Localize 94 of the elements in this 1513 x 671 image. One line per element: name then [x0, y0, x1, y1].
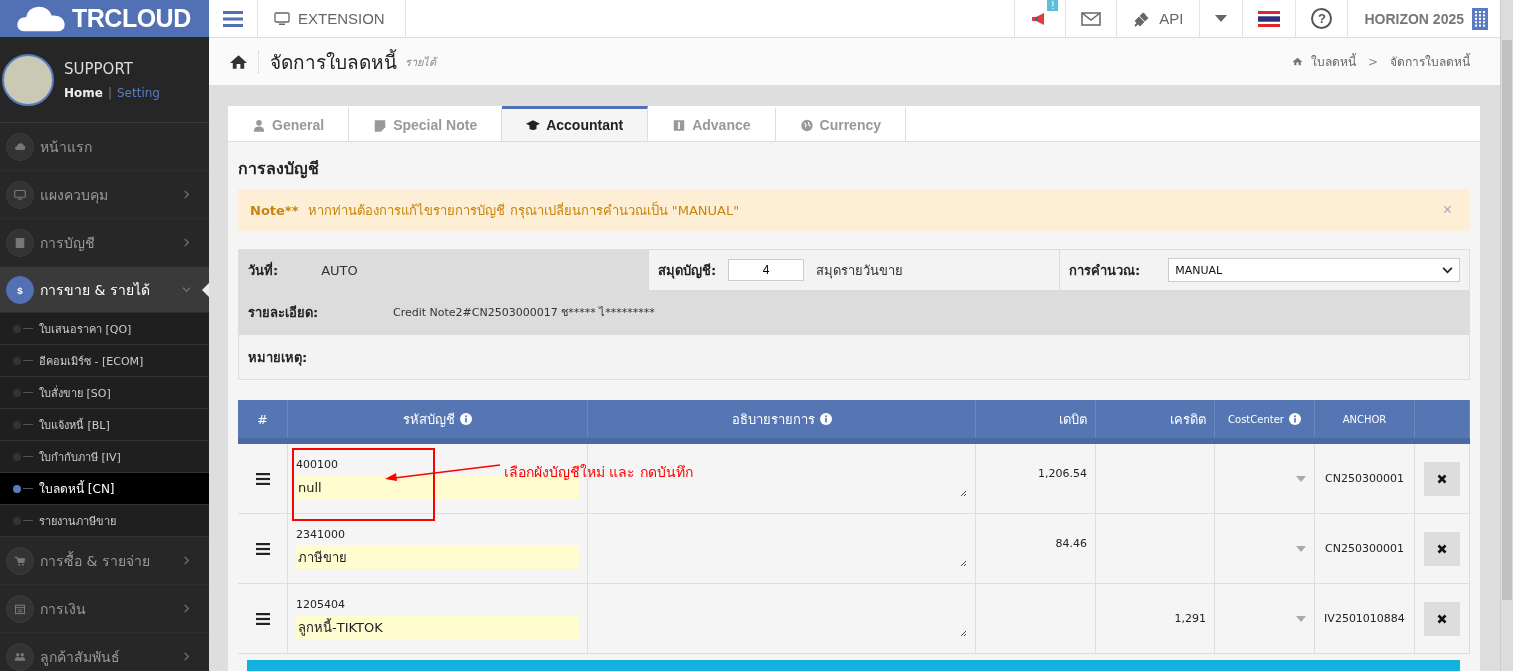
sidebar-item[interactable]: แผงควบคุม [0, 171, 209, 219]
page-title: จัดการใบลดหนี้ [270, 48, 397, 75]
note-icon [373, 118, 388, 132]
sidebar-item[interactable]: ลูกค้าสัมพันธ์ [0, 633, 209, 671]
close-icon [1437, 543, 1447, 554]
caret-down-icon [1215, 14, 1228, 23]
globe-icon [799, 118, 814, 132]
sidebar-item[interactable]: หน้าแรก [0, 123, 209, 171]
field-label: การคำนวณ: [1069, 261, 1141, 280]
field-label: หมายเหตุ: [248, 348, 308, 368]
chevron-right-icon [182, 604, 191, 613]
input-field[interactable]: 4 [728, 259, 805, 281]
field-label: รายละเอียด: [248, 303, 320, 322]
sidebar-item[interactable]: การเงิน [0, 585, 209, 633]
notification-badge: ! [1047, 0, 1059, 11]
anchor-text: CN250300001 [1325, 472, 1404, 485]
credit-amount: 1,291 [1174, 612, 1206, 625]
menu-label: การบัญชี [40, 233, 96, 253]
menu-label: หน้าแรก [40, 137, 93, 157]
sidebar-item[interactable]: การซื้อ & รายจ่าย [0, 537, 209, 585]
cloud-logo-icon [16, 4, 66, 33]
chevron-right-icon [182, 190, 191, 199]
debit-amount: 1,206.54 [1038, 467, 1087, 480]
building-icon [1472, 7, 1488, 30]
submenu-item[interactable]: ใบลดหนี้ [CN] [0, 473, 209, 505]
monitor-icon [274, 11, 290, 26]
flag-icon [1258, 10, 1281, 27]
submenu-item[interactable]: ใบกำกับภาษี [IV] [0, 441, 209, 473]
delete-button[interactable] [1424, 601, 1460, 636]
chevron-right-icon [182, 556, 191, 565]
envelope-icon [1081, 10, 1102, 27]
chevron-down-icon [1442, 266, 1453, 274]
delete-button[interactable] [1424, 461, 1460, 496]
submenu-item[interactable]: ใบเสนอราคา [QO] [0, 313, 209, 345]
anchor-text: IV2501010884 [1324, 612, 1405, 625]
menu-label: แผงควบคุม [40, 185, 109, 206]
close-icon [1437, 473, 1447, 484]
link-separator: | [107, 85, 112, 100]
account-code: 400100 [296, 458, 339, 471]
graduation-cap-icon [526, 118, 541, 132]
chevron-right-icon [182, 652, 191, 661]
home-icon [229, 53, 248, 70]
resize-handle-icon [959, 489, 967, 497]
info-icon [1288, 413, 1301, 425]
info-icon [819, 413, 832, 425]
avatar-icon [2, 53, 54, 106]
drag-handle-icon[interactable] [255, 472, 270, 485]
breadcrumb-separator: > [1367, 54, 1378, 69]
note-text: หากท่านต้องการแก้ไขรายการบัญชี กรุณาเปลี่ยนการคำนวณเป็น "MANUAL" [308, 200, 741, 221]
field-label: สมุดบัญชี: [658, 261, 717, 281]
chevron-right-icon [182, 238, 191, 247]
chevron-down-icon [182, 285, 191, 294]
page-subtitle: รายได้ [405, 54, 436, 71]
home-icon [1291, 57, 1303, 66]
menu-label: การขาย & รายได้ [40, 280, 151, 300]
brand-logo-text: TRCLOUD [72, 4, 191, 33]
scrollbar-thumb[interactable] [1502, 40, 1512, 600]
user-link[interactable]: Home [64, 85, 103, 100]
drag-handle-icon[interactable] [255, 542, 270, 555]
field-value: สมุดรายวันขาย [816, 261, 904, 281]
user-name: SUPPORT [64, 59, 134, 78]
note-label: Note** [250, 202, 299, 218]
anchor-text: CN250300001 [1325, 542, 1404, 555]
menu-label: การซื้อ & รายจ่าย [40, 550, 151, 571]
person-icon [252, 118, 266, 132]
select-field[interactable]: MANUAL [1168, 258, 1460, 282]
sidebar-item[interactable]: $ การขาย & รายได้ [0, 267, 209, 313]
breadcrumb-link[interactable]: ใบลดหนี้ [1310, 52, 1356, 71]
account-code: 1205404 [296, 598, 346, 611]
submenu-item[interactable]: ใบแจ้งหนี้ [BL] [0, 409, 209, 441]
close-icon [1437, 613, 1447, 624]
field-value: Credit Note2#CN2503000017 ช***** ไ********* [393, 305, 655, 321]
account-name-field[interactable]: ลูกหนี้-TIKTOK [296, 615, 579, 639]
menu-icon: $ [6, 275, 34, 304]
submenu-item[interactable]: ใบสั่งขาย [SO] [0, 377, 209, 409]
resize-handle-icon [959, 629, 967, 637]
submenu-item[interactable]: อีคอมเมิร์ซ - [ECOM] [0, 345, 209, 377]
menu-label: การเงิน [40, 599, 87, 619]
info-icon [460, 413, 472, 425]
breadcrumb-link[interactable]: จัดการใบลดหนี้ [1390, 52, 1470, 71]
extension-button[interactable]: EXTENSION [257, 0, 406, 37]
user-link[interactable]: Setting [117, 85, 160, 100]
menu-label: ลูกค้าสัมพันธ์ [40, 647, 121, 668]
section-title: การลงบัญชี [238, 158, 320, 181]
debit-amount: 84.46 [1055, 537, 1087, 550]
delete-button[interactable] [1424, 531, 1460, 566]
account-name-field[interactable]: ภาษีขาย [296, 545, 579, 569]
field-value: AUTO [321, 262, 358, 278]
account-code: 2341000 [296, 528, 346, 541]
field-label: วันที่: [248, 260, 279, 280]
tab[interactable]: Accountant [502, 106, 649, 141]
submenu-item[interactable]: รายงานภาษีขาย [0, 505, 209, 537]
resize-handle-icon [959, 559, 967, 567]
drag-handle-icon[interactable] [255, 612, 270, 625]
